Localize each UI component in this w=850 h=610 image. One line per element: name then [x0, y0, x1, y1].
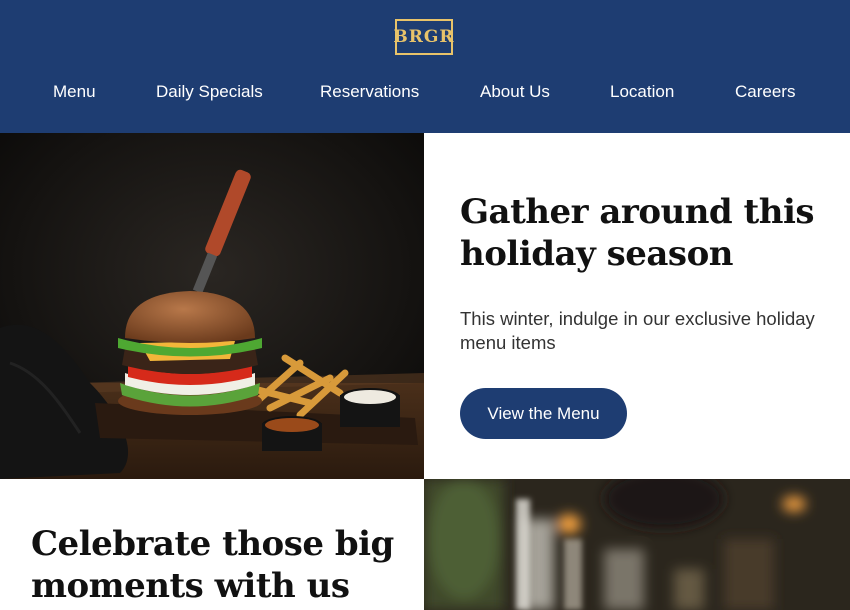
burger-photo-illustration [0, 133, 424, 479]
nav-location[interactable]: Location [610, 82, 674, 102]
hero-title: Gather around this holiday season [460, 191, 840, 275]
celebrate-text-panel: Celebrate those big moments with us [0, 479, 424, 610]
celebrate-title: Celebrate those big moments with us [31, 523, 411, 607]
hero-subtitle-line2: menu items [460, 332, 556, 353]
nav-about-us[interactable]: About Us [480, 82, 550, 102]
logo-text: BRGR [393, 27, 455, 47]
hero-burger-image [0, 133, 424, 479]
celebrate-title-line2: moments with us [31, 566, 350, 606]
main-nav: Menu Daily Specials Reservations About U… [0, 82, 850, 108]
interior-photo-illustration [424, 479, 850, 610]
hero-title-line2: holiday season [460, 234, 733, 274]
nav-daily-specials[interactable]: Daily Specials [156, 82, 263, 102]
hero-subtitle-line1: This winter, indulge in our exclusive ho… [460, 308, 815, 329]
nav-reservations[interactable]: Reservations [320, 82, 419, 102]
nav-menu[interactable]: Menu [53, 82, 96, 102]
nav-careers[interactable]: Careers [735, 82, 795, 102]
restaurant-interior-image [424, 479, 850, 610]
celebrate-title-line1: Celebrate those big [31, 524, 394, 564]
brand-logo[interactable]: BRGR [393, 19, 455, 55]
hero-title-line1: Gather around this [460, 192, 815, 232]
site-header: BRGR Menu Daily Specials Reservations Ab… [0, 0, 850, 133]
hero-text-panel: Gather around this holiday season This w… [424, 133, 850, 479]
view-menu-button[interactable]: View the Menu [460, 388, 627, 439]
hero-subtitle: This winter, indulge in our exclusive ho… [460, 307, 840, 355]
